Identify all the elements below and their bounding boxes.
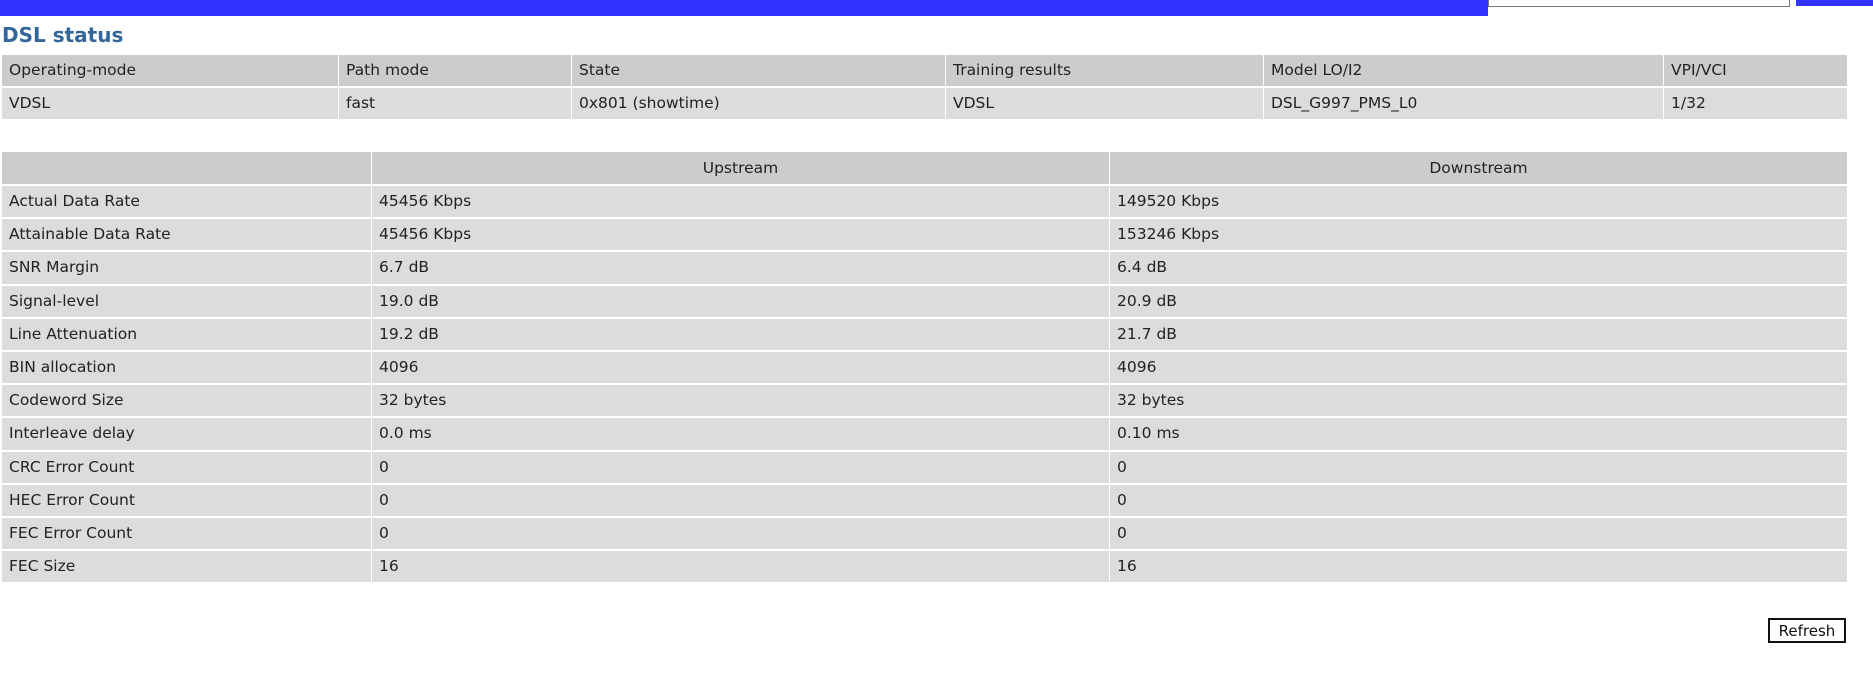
state-value: 0x801 (showtime) bbox=[572, 88, 946, 121]
table-row: SNR Margin 6.7 dB 6.4 dB bbox=[2, 252, 1847, 286]
upstream-value: 19.2 dB bbox=[372, 318, 1110, 352]
upstream-value: 45456 Kbps bbox=[372, 219, 1110, 253]
table-row: HEC Error Count 0 0 bbox=[2, 484, 1847, 518]
table-row: FEC Error Count 0 0 bbox=[2, 517, 1847, 552]
operating-mode-value: VDSL bbox=[2, 88, 339, 121]
column-header: Operating-mode bbox=[2, 55, 339, 88]
downstream-value: 20.9 dB bbox=[1110, 285, 1847, 319]
downstream-value: 32 bytes bbox=[1110, 385, 1847, 419]
upstream-value: 6.7 dB bbox=[372, 252, 1110, 286]
downstream-value: 0.10 ms bbox=[1110, 418, 1847, 452]
downstream-value: 0 bbox=[1110, 517, 1847, 552]
column-header: VPI/VCI bbox=[1664, 55, 1847, 88]
row-label: Interleave delay bbox=[2, 418, 372, 452]
downstream-value: 6.4 dB bbox=[1110, 252, 1847, 286]
row-label: Codeword Size bbox=[2, 385, 372, 419]
table-row: Signal-level 19.0 dB 20.9 dB bbox=[2, 285, 1847, 319]
table-row: VDSL fast 0x801 (showtime) VDSL DSL_G997… bbox=[2, 88, 1847, 121]
table-row: FEC Size 16 16 bbox=[2, 551, 1847, 585]
column-header-upstream: Upstream bbox=[372, 152, 1110, 186]
downstream-value: 0 bbox=[1110, 451, 1847, 485]
training-results-value: VDSL bbox=[946, 88, 1264, 121]
row-label: Actual Data Rate bbox=[2, 186, 372, 220]
downstream-value: 21.7 dB bbox=[1110, 318, 1847, 352]
table-row: Interleave delay 0.0 ms 0.10 ms bbox=[2, 418, 1847, 452]
refresh-button[interactable]: Refresh bbox=[1768, 618, 1846, 643]
table-row: Codeword Size 32 bytes 32 bytes bbox=[2, 385, 1847, 419]
row-label: FEC Error Count bbox=[2, 517, 372, 552]
dsl-status-table: Operating-mode Path mode State Training … bbox=[2, 55, 1847, 121]
column-header: State bbox=[572, 55, 946, 88]
column-header-downstream: Downstream bbox=[1110, 152, 1847, 186]
row-label: HEC Error Count bbox=[2, 484, 372, 518]
downstream-value: 153246 Kbps bbox=[1110, 219, 1847, 253]
upstream-value: 45456 Kbps bbox=[372, 186, 1110, 220]
row-label: Signal-level bbox=[2, 285, 372, 319]
table-row: BIN allocation 4096 4096 bbox=[2, 351, 1847, 386]
table-header-row: Upstream Downstream bbox=[2, 152, 1847, 186]
table-row: Line Attenuation 19.2 dB 21.7 dB bbox=[2, 318, 1847, 352]
upstream-value: 0 bbox=[372, 451, 1110, 485]
downstream-value: 4096 bbox=[1110, 351, 1847, 386]
row-label: FEC Size bbox=[2, 551, 372, 585]
row-label: CRC Error Count bbox=[2, 451, 372, 485]
upstream-value: 4096 bbox=[372, 351, 1110, 386]
top-frame-box bbox=[1488, 0, 1790, 7]
downstream-value: 16 bbox=[1110, 551, 1847, 585]
column-header: Training results bbox=[946, 55, 1264, 88]
vpi-vci-value: 1/32 bbox=[1664, 88, 1847, 121]
row-label: BIN allocation bbox=[2, 351, 372, 386]
dsl-line-stats-table: Upstream Downstream Actual Data Rate 454… bbox=[2, 152, 1847, 585]
row-label: SNR Margin bbox=[2, 252, 372, 286]
row-label: Line Attenuation bbox=[2, 318, 372, 352]
column-header bbox=[2, 152, 372, 186]
table-row: CRC Error Count 0 0 bbox=[2, 451, 1847, 485]
column-header: Model LO/I2 bbox=[1264, 55, 1664, 88]
upstream-value: 32 bytes bbox=[372, 385, 1110, 419]
top-right-bar bbox=[1796, 0, 1873, 6]
upstream-value: 0 bbox=[372, 484, 1110, 518]
downstream-value: 149520 Kbps bbox=[1110, 186, 1847, 220]
model-value: DSL_G997_PMS_L0 bbox=[1264, 88, 1664, 121]
table-row: Actual Data Rate 45456 Kbps 149520 Kbps bbox=[2, 186, 1847, 220]
row-label: Attainable Data Rate bbox=[2, 219, 372, 253]
upstream-value: 16 bbox=[372, 551, 1110, 585]
column-header: Path mode bbox=[339, 55, 572, 88]
top-progress-bar bbox=[0, 0, 1488, 16]
path-mode-value: fast bbox=[339, 88, 572, 121]
upstream-value: 19.0 dB bbox=[372, 285, 1110, 319]
downstream-value: 0 bbox=[1110, 484, 1847, 518]
upstream-value: 0 bbox=[372, 517, 1110, 552]
table-row: Attainable Data Rate 45456 Kbps 153246 K… bbox=[2, 219, 1847, 253]
page-title: DSL status bbox=[2, 23, 124, 47]
upstream-value: 0.0 ms bbox=[372, 418, 1110, 452]
table-header-row: Operating-mode Path mode State Training … bbox=[2, 55, 1847, 88]
